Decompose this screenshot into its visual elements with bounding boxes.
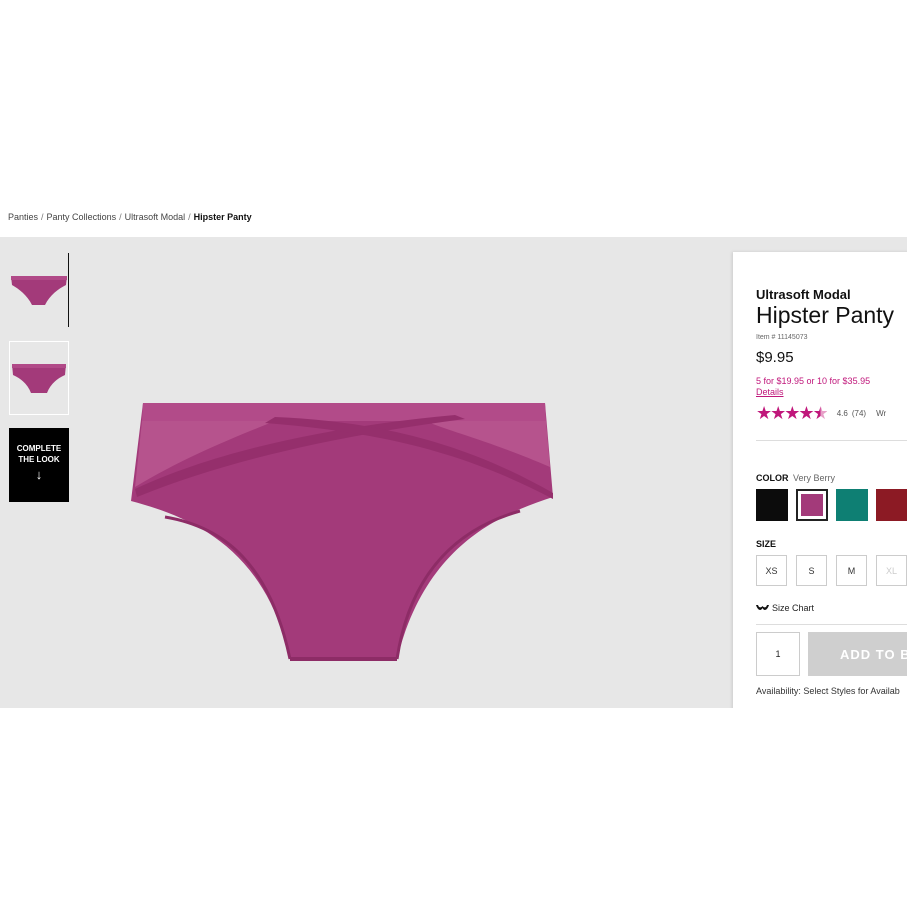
divider xyxy=(756,624,907,625)
star-rating-icon: ★★★★★ xyxy=(756,403,829,423)
product-collection: Ultrasoft Modal xyxy=(756,287,851,302)
breadcrumb: Panties / Panty Collections / Ultrasoft Moda… xyxy=(8,212,252,222)
size-label: SIZE xyxy=(756,539,777,549)
quantity-input[interactable]: 1 xyxy=(756,632,800,676)
product-main-image xyxy=(131,403,553,661)
size-button-m[interactable]: M xyxy=(836,555,867,586)
divider xyxy=(756,440,907,441)
breadcrumb-separator: / xyxy=(119,212,122,222)
size-options: XS S M XL xyxy=(756,555,907,586)
product-gallery: COMPLETE THE LOOK ↓ Ultrasoft Modal Hips… xyxy=(0,237,907,708)
color-label: COLOR xyxy=(756,473,789,483)
thumbnail-front[interactable] xyxy=(9,253,69,327)
product-price: $9.95 xyxy=(756,349,794,366)
swatch-teal[interactable] xyxy=(836,489,868,521)
size-button-xl[interactable]: XL xyxy=(876,555,907,586)
add-to-bag-button[interactable]: ADD TO B xyxy=(808,632,907,676)
color-label-row: COLOR Very Berry xyxy=(756,473,835,483)
arrow-down-icon: ↓ xyxy=(35,467,43,482)
review-count: (74) xyxy=(851,409,867,418)
swatch-very-berry[interactable] xyxy=(796,489,828,521)
bra-icon xyxy=(756,605,769,610)
size-button-s[interactable]: S xyxy=(796,555,827,586)
breadcrumb-link-panties[interactable]: Panties xyxy=(8,212,38,222)
product-info-panel: Ultrasoft Modal Hipster Panty Item # 111… xyxy=(733,252,907,708)
breadcrumb-current: Hipster Panty xyxy=(193,212,252,222)
panty-thumbnail-image xyxy=(10,276,67,305)
details-link[interactable]: Details xyxy=(756,387,784,397)
complete-the-look-line1: COMPLETE xyxy=(16,444,62,453)
complete-the-look-button[interactable]: COMPLETE THE LOOK ↓ xyxy=(9,428,69,502)
write-review-link[interactable]: Wr xyxy=(876,409,886,418)
complete-the-look-line2: THE LOOK xyxy=(18,455,60,464)
breadcrumb-separator: / xyxy=(41,212,44,222)
breadcrumb-link-ultrasoft-modal[interactable]: Ultrasoft Modal xyxy=(125,212,186,222)
swatch-red[interactable] xyxy=(876,489,907,521)
breadcrumb-link-panty-collections[interactable]: Panty Collections xyxy=(47,212,117,222)
size-button-xs[interactable]: XS xyxy=(756,555,787,586)
color-swatches xyxy=(756,489,907,521)
selected-color-name: Very Berry xyxy=(793,473,836,483)
swatch-black[interactable] xyxy=(756,489,788,521)
size-chart-link[interactable]: Size Chart xyxy=(756,603,814,613)
availability-text: Availability: Select Styles for Availab xyxy=(756,686,900,696)
promo-offer: 5 for $19.95 or 10 for $35.95 xyxy=(756,376,871,386)
size-chart-label: Size Chart xyxy=(772,603,815,613)
breadcrumb-separator: / xyxy=(188,212,191,222)
thumbnail-back[interactable] xyxy=(9,341,69,415)
rating-score: 4.6 xyxy=(836,409,848,418)
item-number: Item # 11145073 xyxy=(756,334,808,341)
panty-thumbnail-image xyxy=(12,364,66,393)
product-title: Hipster Panty xyxy=(756,302,895,328)
product-rating[interactable]: ★★★★★ 4.6 (74) Wr xyxy=(756,403,886,424)
